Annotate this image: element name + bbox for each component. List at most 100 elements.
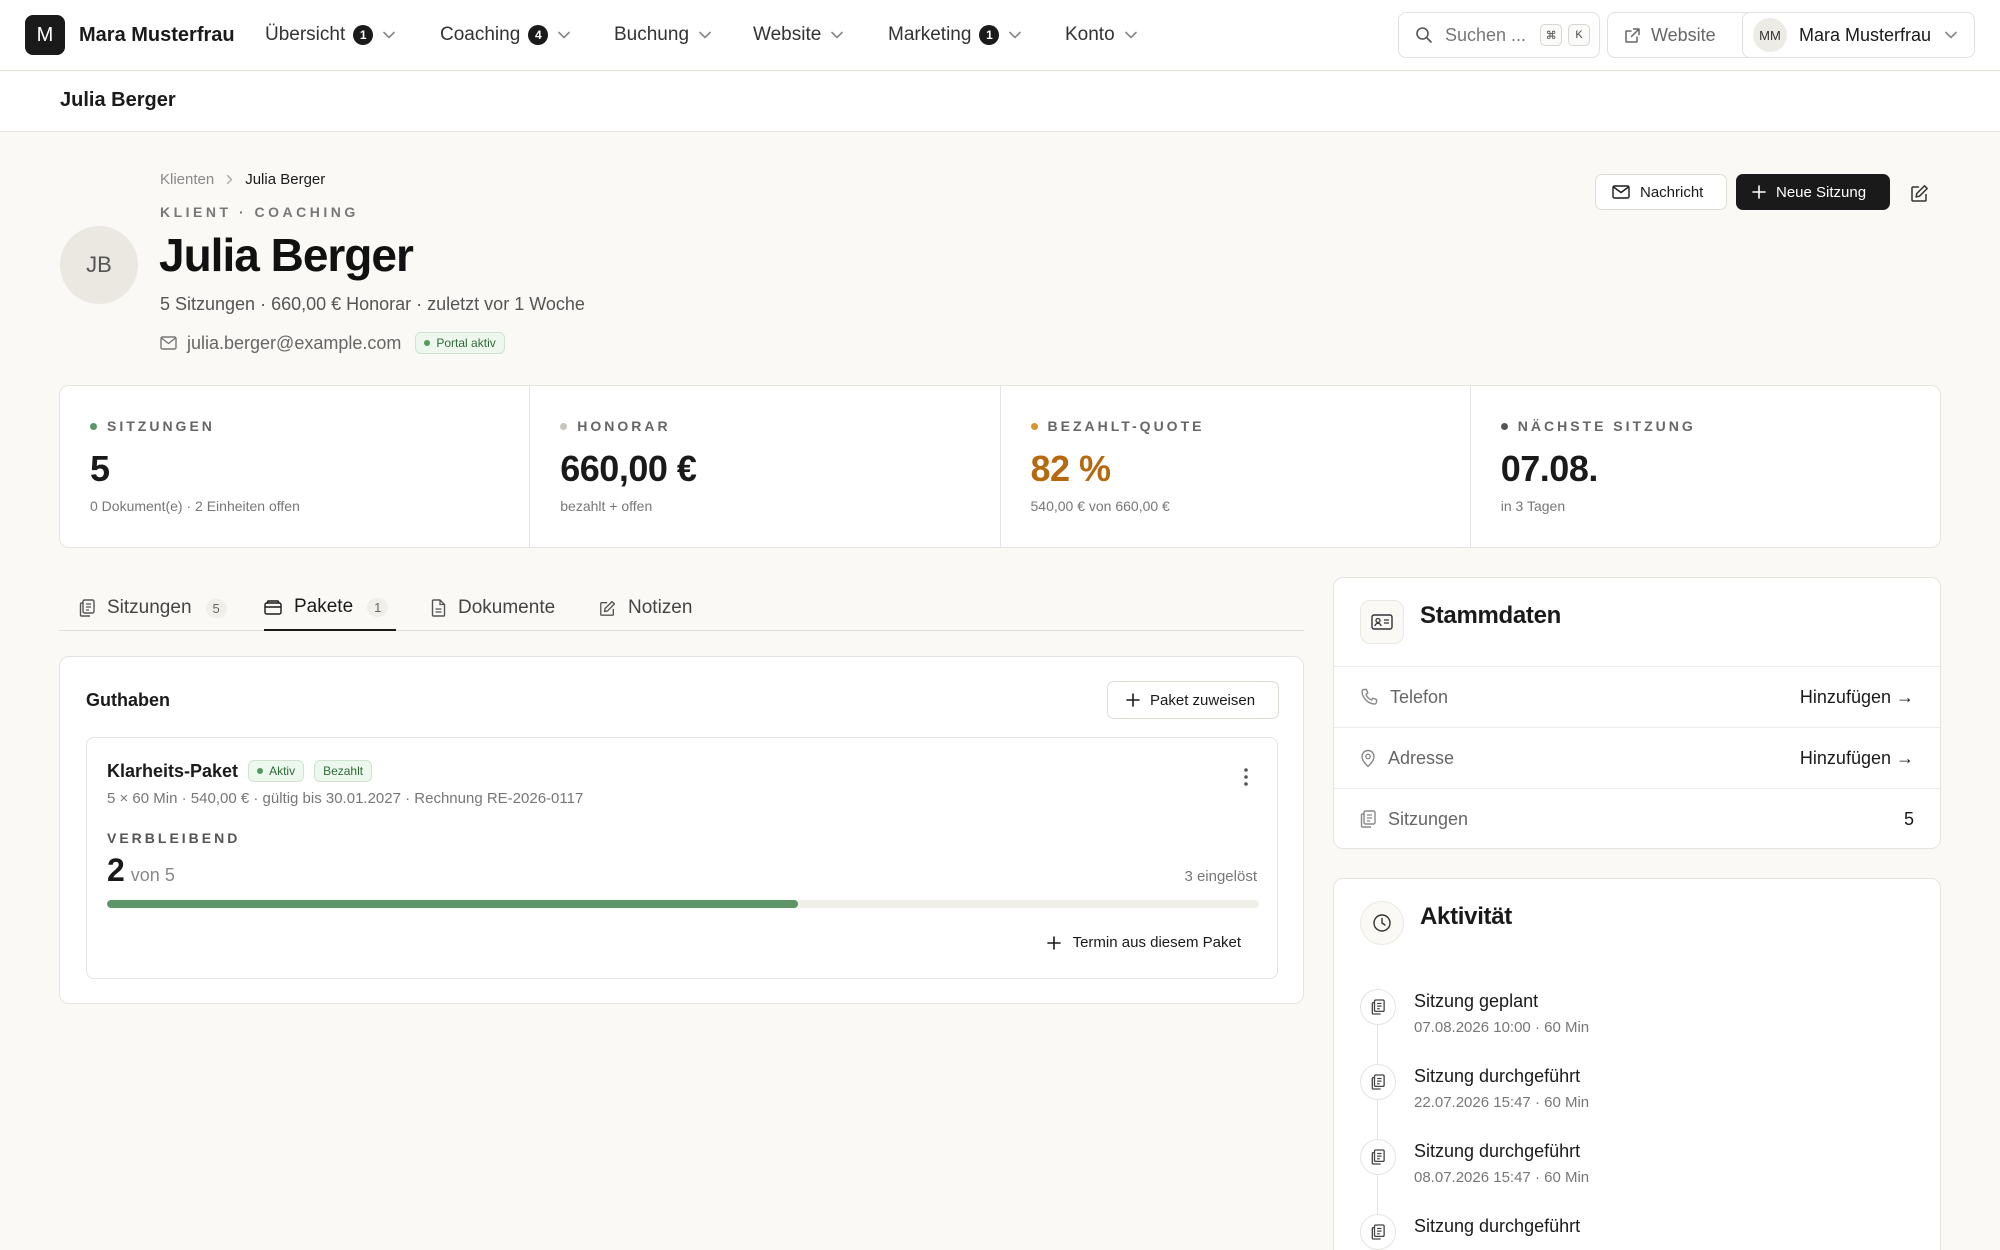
add-phone-link[interactable]: Hinzufügen → (1800, 687, 1914, 708)
activity-item: Sitzung durchgeführt 22.07.2026 15:47 · … (1360, 1064, 1920, 1139)
status-badge-label: Portal aktiv (436, 336, 496, 350)
activity-item: Sitzung geplant 07.08.2026 10:00 · 60 Mi… (1360, 989, 1920, 1064)
user-menu-button[interactable]: MM Mara Musterfrau (1742, 12, 1975, 58)
master-data-row-address: Adresse Hinzufügen → (1334, 727, 1940, 788)
brand[interactable]: M Mara Musterfrau (25, 15, 235, 55)
tab-packages[interactable]: Pakete 1 (264, 585, 397, 631)
activity-item: Sitzung durchgeführt (1360, 1214, 1920, 1250)
nav-item-coaching[interactable]: Coaching 4 (440, 20, 571, 50)
mail-icon (160, 336, 177, 350)
remaining-total: von 5 (130, 865, 175, 885)
tab-count: 1 (367, 597, 389, 617)
search-button[interactable]: Suchen ... ⌘ K (1398, 12, 1600, 58)
stat-subtext: in 3 Tagen (1500, 498, 1566, 514)
stat-label-text: NÄCHSTE SITZUNG (1517, 418, 1696, 434)
stat-value: 07.08. (1500, 448, 1599, 489)
more-vertical-icon[interactable] (1241, 766, 1251, 788)
tab-label: Pakete (294, 596, 354, 617)
stat-card-fee: HONORAR 660,00 € bezahlt + offen (530, 386, 1001, 547)
book-from-package-button[interactable]: Termin aus diesem Paket (1046, 934, 1241, 951)
remaining-value: 2 von 5 (107, 852, 175, 889)
activity-item-title: Sitzung durchgeführt (1414, 1066, 1581, 1086)
stat-label: BEZAHLT-QUOTE (1030, 418, 1205, 434)
stat-label-text: BEZAHLT-QUOTE (1047, 418, 1205, 434)
nav-item-marketing[interactable]: Marketing 1 (888, 20, 1022, 50)
tab-sessions[interactable]: Sitzungen 5 (79, 585, 227, 631)
tab-label: Notizen (628, 597, 693, 618)
view-website-button[interactable]: Website (1607, 12, 1754, 58)
credits-panel: Guthaben Paket zuweisen Klarheits-Paket … (59, 656, 1304, 1004)
nav-item-label: Marketing (888, 24, 972, 45)
clipboard-icon (1360, 1064, 1396, 1100)
search-label: Suchen ... (1445, 24, 1527, 45)
assign-package-button[interactable]: Paket zuweisen (1107, 681, 1279, 719)
stat-label-text: HONORAR (577, 418, 671, 434)
stat-dot (1500, 422, 1508, 430)
clipboard-icon (79, 599, 95, 617)
package-card: Klarheits-Paket Aktiv Bezahlt 5 × 60 Min… (86, 737, 1278, 979)
tab-label: Dokumente (458, 597, 556, 618)
nav-item-uebersicht[interactable]: Übersicht 1 (265, 20, 396, 50)
assign-package-label: Paket zuweisen (1150, 691, 1256, 709)
tab-notes[interactable]: Notizen (599, 585, 692, 631)
remaining-label: VERBLEIBEND (107, 830, 241, 846)
status-dot (257, 768, 264, 774)
chevron-down-icon (831, 31, 844, 39)
chevron-down-icon (1124, 31, 1137, 39)
shortcut-key: K (1568, 24, 1591, 46)
client-eyebrow: KLIENT · COACHING (160, 204, 359, 220)
master-data-label: Telefon (1390, 686, 1449, 707)
shortcut-key-modifier: ⌘ (1540, 24, 1563, 46)
client-summary: 5 Sitzungen · 660,00 € Honorar · zuletzt… (160, 294, 585, 314)
tab-documents[interactable]: Dokumente (431, 585, 555, 631)
tab-label: Sitzungen (107, 597, 192, 618)
nav-badge: 1 (979, 25, 1000, 45)
activity-card: Aktivität Sitzung geplant 07.08.2026 10:… (1333, 878, 1941, 1250)
chevron-down-icon (558, 31, 571, 39)
stat-dot (1030, 422, 1038, 430)
package-header: Klarheits-Paket Aktiv Bezahlt (107, 760, 373, 782)
edit-icon (600, 600, 616, 616)
activity-item-title: Sitzung geplant (1414, 991, 1539, 1011)
nav-item-label: Coaching (440, 24, 521, 45)
stat-card-sessions: SITZUNGEN 5 0 Dokument(e) · 2 Einheiten … (60, 386, 531, 547)
client-email-row: julia.berger@example.com Portal aktiv (160, 332, 505, 354)
activity-title: Aktivität (1420, 903, 1512, 930)
view-website-label: Website (1651, 24, 1716, 45)
top-navigation: M Mara Musterfrau Übersicht 1 Coaching 4… (0, 0, 2000, 71)
nav-item-website[interactable]: Website (753, 20, 844, 50)
nav-item-label: Übersicht (265, 24, 346, 45)
master-data-card: Stammdaten Telefon Hinzufügen → Adresse … (1333, 577, 1941, 849)
page-title: Julia Berger (159, 229, 414, 281)
timeline-connector (1377, 1175, 1378, 1214)
send-message-button[interactable]: Nachricht (1595, 174, 1727, 210)
edit-client-button[interactable] (1906, 180, 1932, 206)
package-status-label: Aktiv (269, 764, 296, 778)
redeemed-count: 3 eingelöst (1184, 868, 1257, 885)
user-avatar: MM (1753, 18, 1787, 52)
timeline-connector (1377, 1025, 1378, 1064)
stat-dot (90, 422, 97, 430)
plus-icon (1046, 935, 1061, 950)
add-address-link[interactable]: Hinzufügen → (1800, 748, 1914, 769)
nav-item-label: Website (753, 24, 822, 45)
breadcrumb-parent-link[interactable]: Klienten (160, 171, 214, 188)
nav-item-konto[interactable]: Konto (1065, 20, 1137, 50)
client-email-link[interactable]: julia.berger@example.com (187, 333, 401, 354)
book-from-package-label: Termin aus diesem Paket (1072, 934, 1241, 951)
master-data-label: Adresse (1388, 747, 1455, 768)
new-session-button[interactable]: Neue Sitzung (1736, 174, 1890, 210)
nav-badge: 4 (528, 25, 549, 45)
wallet-icon (264, 599, 282, 615)
package-progress-bar (107, 900, 1259, 908)
stat-card-paid-rate: BEZAHLT-QUOTE 82 % 540,00 € von 660,00 € (1001, 386, 1471, 547)
stat-value: 660,00 € (560, 448, 697, 489)
breadcrumb-current: Julia Berger (245, 171, 326, 188)
tab-bar: Sitzungen 5 Pakete 1 Dokumente Notizen (59, 585, 1304, 631)
stat-label: HONORAR (560, 418, 670, 434)
nav-item-buchung[interactable]: Buchung (614, 20, 711, 50)
subheader-title: Julia Berger (60, 89, 176, 111)
chevron-down-icon (1945, 31, 1957, 39)
new-session-label: Neue Sitzung (1776, 183, 1867, 201)
master-data-label: Sitzungen (1388, 808, 1469, 829)
